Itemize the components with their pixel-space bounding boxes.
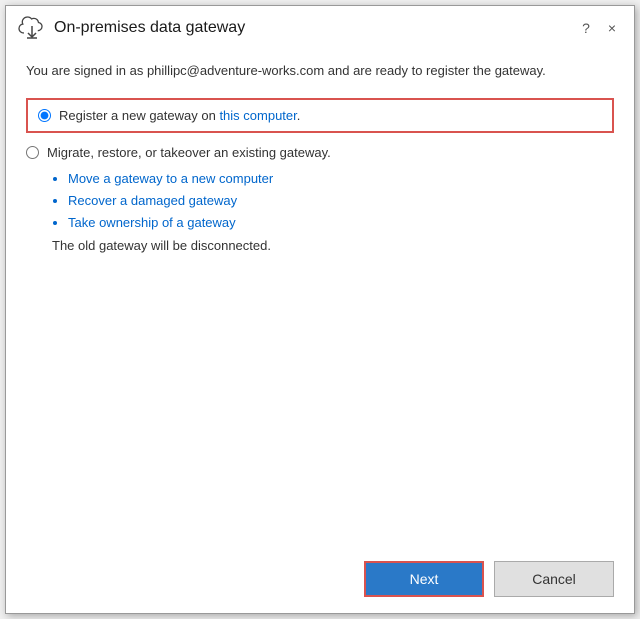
register-radio[interactable]	[38, 109, 51, 122]
title-controls: ? ×	[576, 18, 622, 38]
disconnect-note: The old gateway will be disconnected.	[52, 238, 614, 253]
help-button[interactable]: ?	[576, 18, 596, 38]
gateway-icon	[18, 16, 46, 40]
cancel-button[interactable]: Cancel	[494, 561, 614, 597]
dialog-window: On-premises data gateway ? × You are sig…	[5, 5, 635, 614]
migrate-bullet-list: Move a gateway to a new computer Recover…	[68, 168, 614, 234]
migrate-label[interactable]: Migrate, restore, or takeover an existin…	[47, 145, 331, 160]
migrate-bullet-1[interactable]: Move a gateway to a new computer	[68, 168, 614, 190]
migrate-details: Move a gateway to a new computer Recover…	[52, 168, 614, 253]
register-label-prefix: Register a new gateway on	[59, 108, 219, 123]
dialog-title: On-premises data gateway	[54, 19, 576, 37]
dialog-content: You are signed in as phillipc@adventure-…	[6, 48, 634, 549]
register-option-box: Register a new gateway on this computer.	[26, 98, 614, 133]
register-link[interactable]: this computer	[219, 108, 296, 123]
register-label[interactable]: Register a new gateway on this computer.	[59, 108, 300, 123]
migrate-radio[interactable]	[26, 146, 39, 159]
migrate-option-row: Migrate, restore, or takeover an existin…	[26, 145, 614, 160]
dialog-footer: Next Cancel	[6, 549, 634, 613]
migrate-bullet-2[interactable]: Recover a damaged gateway	[68, 190, 614, 212]
migrate-bullet-3[interactable]: Take ownership of a gateway	[68, 212, 614, 234]
subtitle-text: You are signed in as phillipc@adventure-…	[26, 62, 614, 80]
next-button[interactable]: Next	[364, 561, 484, 597]
register-label-suffix: .	[297, 108, 301, 123]
title-bar: On-premises data gateway ? ×	[6, 6, 634, 48]
close-button[interactable]: ×	[602, 18, 622, 38]
